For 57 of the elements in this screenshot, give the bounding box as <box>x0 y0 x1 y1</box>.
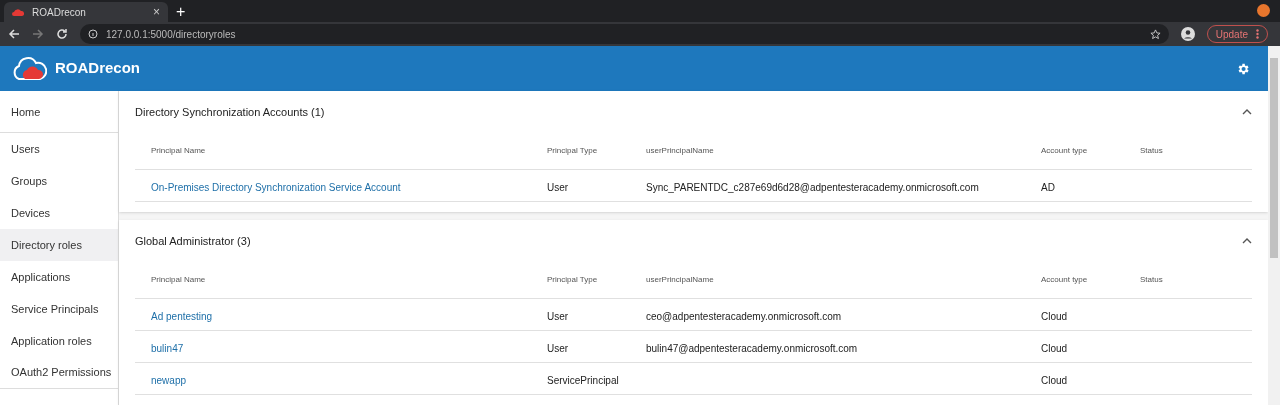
url-text: 127.0.0.1:5000/directoryroles <box>106 27 237 42</box>
column-header: Principal Name <box>151 274 207 286</box>
forward-icon[interactable] <box>32 28 44 40</box>
table-cell: User <box>547 342 569 354</box>
table-cell: ceo@adpentesteracademy.onmicrosoft.com <box>646 310 842 322</box>
cloud-logo-icon <box>11 55 47 82</box>
sidebar-item[interactable]: Directory roles <box>0 229 118 261</box>
collapse-chevron-icon[interactable] <box>1242 109 1252 115</box>
column-header: Account type <box>1041 274 1089 286</box>
address-bar[interactable]: 127.0.0.1:5000/directoryroles <box>80 24 1169 44</box>
column-header: Status <box>1140 274 1164 286</box>
tab-close-button[interactable]: × <box>153 3 160 21</box>
collapse-chevron-icon[interactable] <box>1242 238 1252 244</box>
sidebar-item[interactable]: Service Principals <box>0 293 118 325</box>
panel-title: Global Administrator (3) <box>135 233 252 249</box>
table-cell: AD <box>1041 181 1055 193</box>
column-header: Principal Type <box>547 274 599 286</box>
tab-title: ROADrecon <box>32 5 87 20</box>
scrollbar[interactable] <box>1268 46 1280 405</box>
new-tab-button[interactable]: + <box>176 4 186 20</box>
column-header: Principal Type <box>547 145 599 157</box>
principal-link[interactable]: Ad pentesting <box>151 310 213 322</box>
star-icon[interactable] <box>1149 28 1161 40</box>
profile-icon[interactable] <box>1180 27 1195 41</box>
sidebar-item[interactable]: Application roles <box>0 325 118 357</box>
app-title: ROADrecon <box>55 58 140 79</box>
panel-title: Directory Synchronization Accounts (1) <box>135 104 326 120</box>
principal-link[interactable]: On-Premises Directory Synchronization Service Account <box>151 181 401 193</box>
more-icon <box>1256 29 1259 39</box>
window-close-icon[interactable] <box>1257 4 1270 17</box>
column-header: Status <box>1140 145 1164 157</box>
column-header: Account type <box>1041 145 1089 157</box>
info-icon <box>88 29 98 39</box>
table-cell: bulin47@adpentesteracademy.onmicrosoft.com <box>646 342 858 354</box>
back-icon[interactable] <box>8 28 20 40</box>
settings-icon[interactable] <box>1236 61 1250 76</box>
table-cell: Cloud <box>1041 310 1068 322</box>
table-cell: Cloud <box>1041 374 1068 386</box>
column-header: userPrincipalName <box>646 274 715 286</box>
table-cell: Sync_PARENTDC_c287e69d6d28@adpentesteracademy.onmicrosoft.com <box>646 181 979 193</box>
reload-icon[interactable] <box>56 28 68 40</box>
table-cell: Cloud <box>1041 342 1068 354</box>
sidebar-item[interactable]: Users <box>0 133 118 165</box>
sidebar-item[interactable]: Home <box>0 91 118 133</box>
sidebar-item[interactable]: OAuth2 Permissions <box>0 357 118 389</box>
table-cell: User <box>547 181 569 193</box>
sidebar-item[interactable]: Applications <box>0 261 118 293</box>
table-cell: User <box>547 310 569 322</box>
sidebar-item[interactable]: Groups <box>0 165 118 197</box>
cloud-icon <box>12 8 24 16</box>
sidebar-item[interactable]: Devices <box>0 197 118 229</box>
principal-link[interactable]: bulin47 <box>151 342 184 354</box>
table-cell: ServicePrincipal <box>547 374 619 386</box>
column-header: userPrincipalName <box>646 145 715 157</box>
column-header: Principal Name <box>151 145 207 157</box>
browser-tab[interactable]: ROADrecon × <box>4 2 168 22</box>
principal-link[interactable]: newapp <box>151 374 187 386</box>
